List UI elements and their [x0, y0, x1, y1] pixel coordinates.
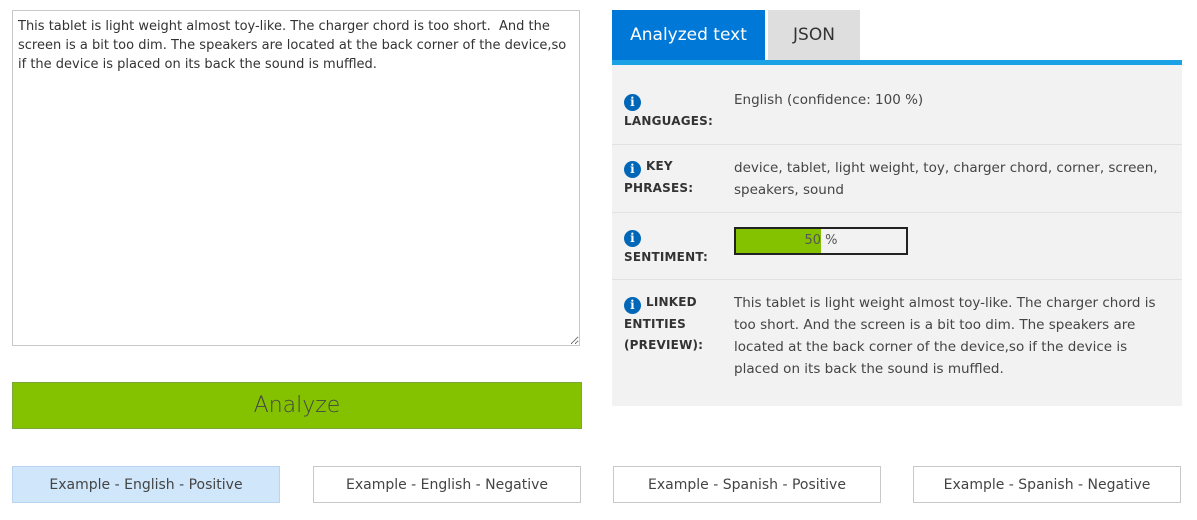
input-textarea[interactable]: This tablet is light weight almost toy-l… — [13, 11, 579, 345]
tab-json[interactable]: JSON — [768, 10, 860, 60]
linked-entities-label-line2: ENTITIES — [624, 317, 686, 331]
languages-label-text: LANGUAGES: — [624, 114, 713, 128]
key-phrases-label: i KEY PHRASES: — [624, 156, 693, 199]
analyze-button[interactable]: Analyze — [12, 382, 582, 429]
languages-value: English (confidence: 100 %) — [734, 92, 924, 108]
input-text-area-container: This tablet is light weight almost toy-l… — [12, 10, 580, 346]
linked-entities-label-line3: (PREVIEW): — [624, 338, 704, 352]
example-english-positive-button[interactable]: Example - English - Positive — [12, 466, 280, 503]
languages-label: i LANGUAGES: — [624, 89, 713, 132]
languages-row: i LANGUAGES: English (confidence: 100 %) — [612, 65, 1182, 145]
key-phrases-label-line2: PHRASES: — [624, 181, 694, 195]
info-icon[interactable]: i — [624, 161, 641, 178]
linked-entities-label: i LINKED ENTITIES (PREVIEW): — [624, 292, 703, 356]
sentiment-row: i SENTIMENT: 50 % — [612, 213, 1182, 280]
tab-analyzed-text[interactable]: Analyzed text — [612, 10, 765, 60]
result-tabs: Analyzed text JSON — [612, 10, 860, 60]
linked-entities-label-line1: LINKED — [646, 295, 697, 309]
key-phrases-label-line1: KEY — [646, 159, 673, 173]
linked-entities-value: This tablet is light weight almost toy-l… — [734, 295, 1156, 377]
linked-entities-row: i LINKED ENTITIES (PREVIEW): This tablet … — [612, 280, 1182, 406]
key-phrases-row: i KEY PHRASES: device, tablet, light weig… — [612, 145, 1182, 213]
sentiment-meter: 50 % — [734, 227, 908, 255]
example-english-negative-button[interactable]: Example - English - Negative — [313, 466, 581, 503]
example-spanish-negative-button[interactable]: Example - Spanish - Negative — [913, 466, 1181, 503]
sentiment-label-text: SENTIMENT: — [624, 250, 709, 264]
info-icon[interactable]: i — [624, 230, 641, 247]
info-icon[interactable]: i — [624, 297, 641, 314]
sentiment-label: i SENTIMENT: — [624, 225, 708, 268]
info-icon[interactable]: i — [624, 94, 641, 111]
example-spanish-positive-button[interactable]: Example - Spanish - Positive — [613, 466, 881, 503]
key-phrases-value: device, tablet, light weight, toy, charg… — [734, 160, 1158, 198]
analyzed-text-panel: i LANGUAGES: English (confidence: 100 %)… — [612, 65, 1182, 406]
sentiment-percent-text: 50 % — [804, 233, 838, 248]
